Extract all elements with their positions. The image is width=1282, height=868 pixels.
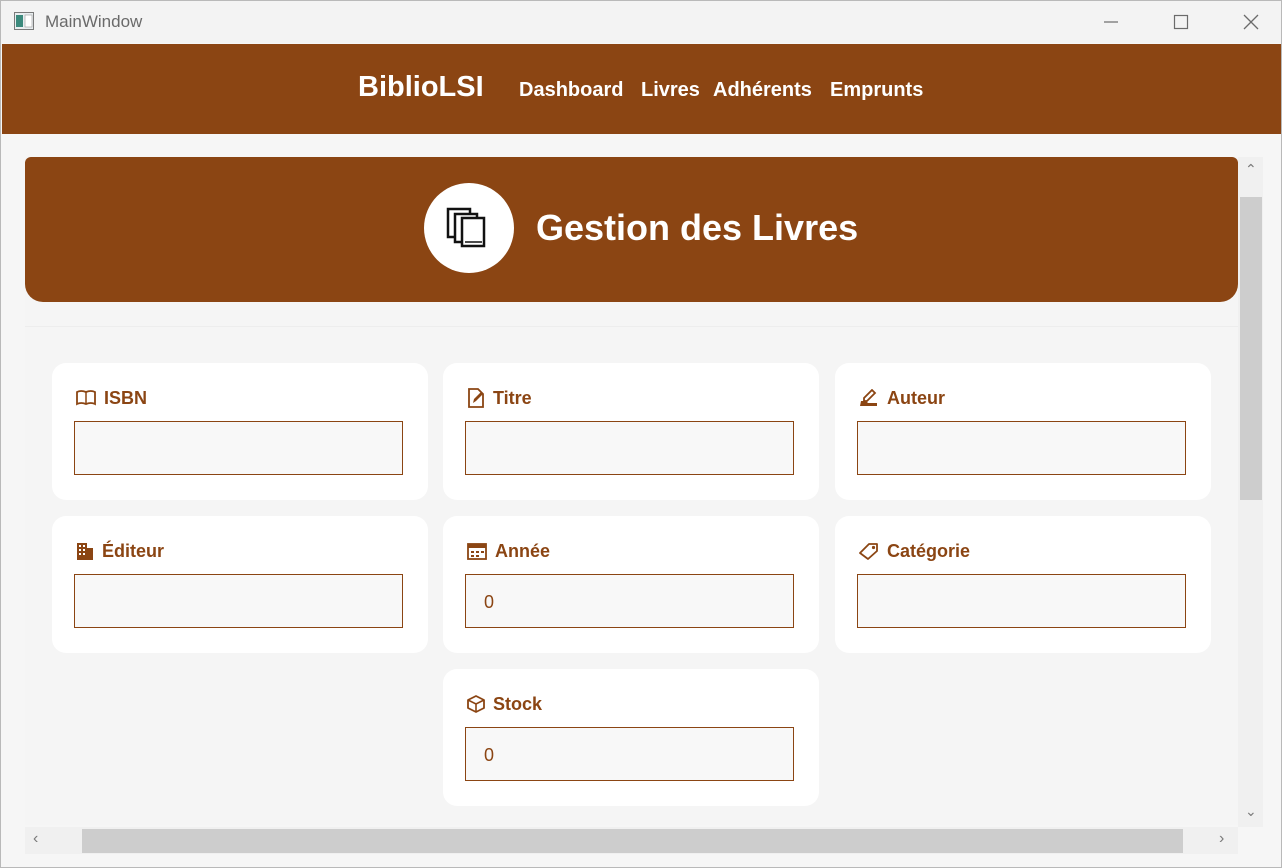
- vertical-scroll-thumb[interactable]: [1240, 197, 1262, 500]
- field-label-text: Année: [495, 540, 551, 561]
- editeur-input[interactable]: [74, 574, 403, 628]
- field-card-categorie: Catégorie: [835, 516, 1211, 653]
- field-card-auteur: Auteur: [835, 363, 1211, 500]
- content-scroll-area: Gestion des Livres ISBN Titre Auteur Édi…: [25, 157, 1238, 825]
- page-title: Gestion des Livres: [536, 207, 859, 248]
- vertical-scrollbar[interactable]: ⌃ ⌄: [1238, 157, 1263, 827]
- calendar-icon: [467, 543, 487, 560]
- isbn-input[interactable]: [74, 421, 403, 475]
- scroll-left-icon[interactable]: ‹: [33, 830, 38, 848]
- page-header: Gestion des Livres: [25, 157, 1238, 302]
- field-card-stock: Stock 0: [443, 669, 819, 806]
- categorie-input[interactable]: [857, 574, 1186, 628]
- title-bar: MainWindow: [1, 1, 1281, 43]
- nav-link-dashboard[interactable]: Dashboard: [519, 79, 623, 102]
- open-book-icon: [76, 390, 96, 406]
- field-label-editeur: Éditeur: [76, 540, 164, 562]
- field-label-auteur: Auteur: [859, 387, 945, 409]
- maximize-button[interactable]: [1146, 1, 1216, 43]
- field-label-text: Stock: [493, 693, 543, 714]
- field-label-text: ISBN: [104, 387, 148, 408]
- annee-input[interactable]: 0: [465, 574, 794, 628]
- minimize-icon: [1104, 21, 1118, 23]
- field-label-text: Auteur: [887, 387, 945, 408]
- app-window-icon: [14, 12, 34, 30]
- main-window: MainWindow BiblioLSI Dashboard Livres Ad…: [0, 0, 1282, 868]
- nav-link-adherents[interactable]: Adhérents: [713, 79, 812, 102]
- field-label-text: Éditeur: [102, 540, 165, 561]
- brand-title: BiblioLSI: [358, 71, 484, 103]
- writing-hand-icon: [860, 389, 877, 406]
- edit-document-icon: [468, 388, 484, 408]
- header-icon-circle: [424, 183, 514, 273]
- minimize-button[interactable]: [1076, 1, 1146, 43]
- tag-icon: [859, 543, 878, 560]
- scroll-down-icon[interactable]: ⌄: [1245, 803, 1257, 820]
- field-card-annee: Année 0: [443, 516, 819, 653]
- auteur-input[interactable]: [857, 421, 1186, 475]
- close-icon: [1243, 14, 1259, 30]
- window-title: MainWindow: [45, 12, 143, 31]
- field-label-isbn: ISBN: [76, 387, 147, 409]
- field-label-annee: Année: [467, 540, 550, 562]
- field-label-text: Titre: [493, 387, 532, 408]
- horizontal-scrollbar[interactable]: ‹ ›: [25, 827, 1238, 854]
- field-card-editeur: Éditeur: [52, 516, 428, 653]
- close-button[interactable]: [1216, 1, 1281, 43]
- scroll-right-icon[interactable]: ›: [1219, 830, 1224, 848]
- nav-link-livres[interactable]: Livres: [641, 79, 700, 102]
- stock-input[interactable]: 0: [465, 727, 794, 781]
- field-label-titre: Titre: [467, 387, 532, 409]
- books-icon: [446, 207, 486, 248]
- field-card-titre: Titre: [443, 363, 819, 500]
- field-label-categorie: Catégorie: [859, 540, 970, 562]
- field-label-stock: Stock: [467, 693, 542, 715]
- building-icon: [77, 543, 93, 560]
- horizontal-scroll-thumb[interactable]: [82, 829, 1183, 853]
- box-icon: [467, 695, 485, 713]
- field-card-isbn: ISBN: [52, 363, 428, 500]
- nav-link-emprunts[interactable]: Emprunts: [830, 79, 923, 102]
- field-label-text: Catégorie: [887, 540, 971, 561]
- top-nav-bar: BiblioLSI Dashboard Livres Adhérents Emp…: [2, 44, 1281, 134]
- scroll-up-icon[interactable]: ⌃: [1245, 161, 1257, 178]
- titre-input[interactable]: [465, 421, 794, 475]
- maximize-icon: [1173, 14, 1189, 30]
